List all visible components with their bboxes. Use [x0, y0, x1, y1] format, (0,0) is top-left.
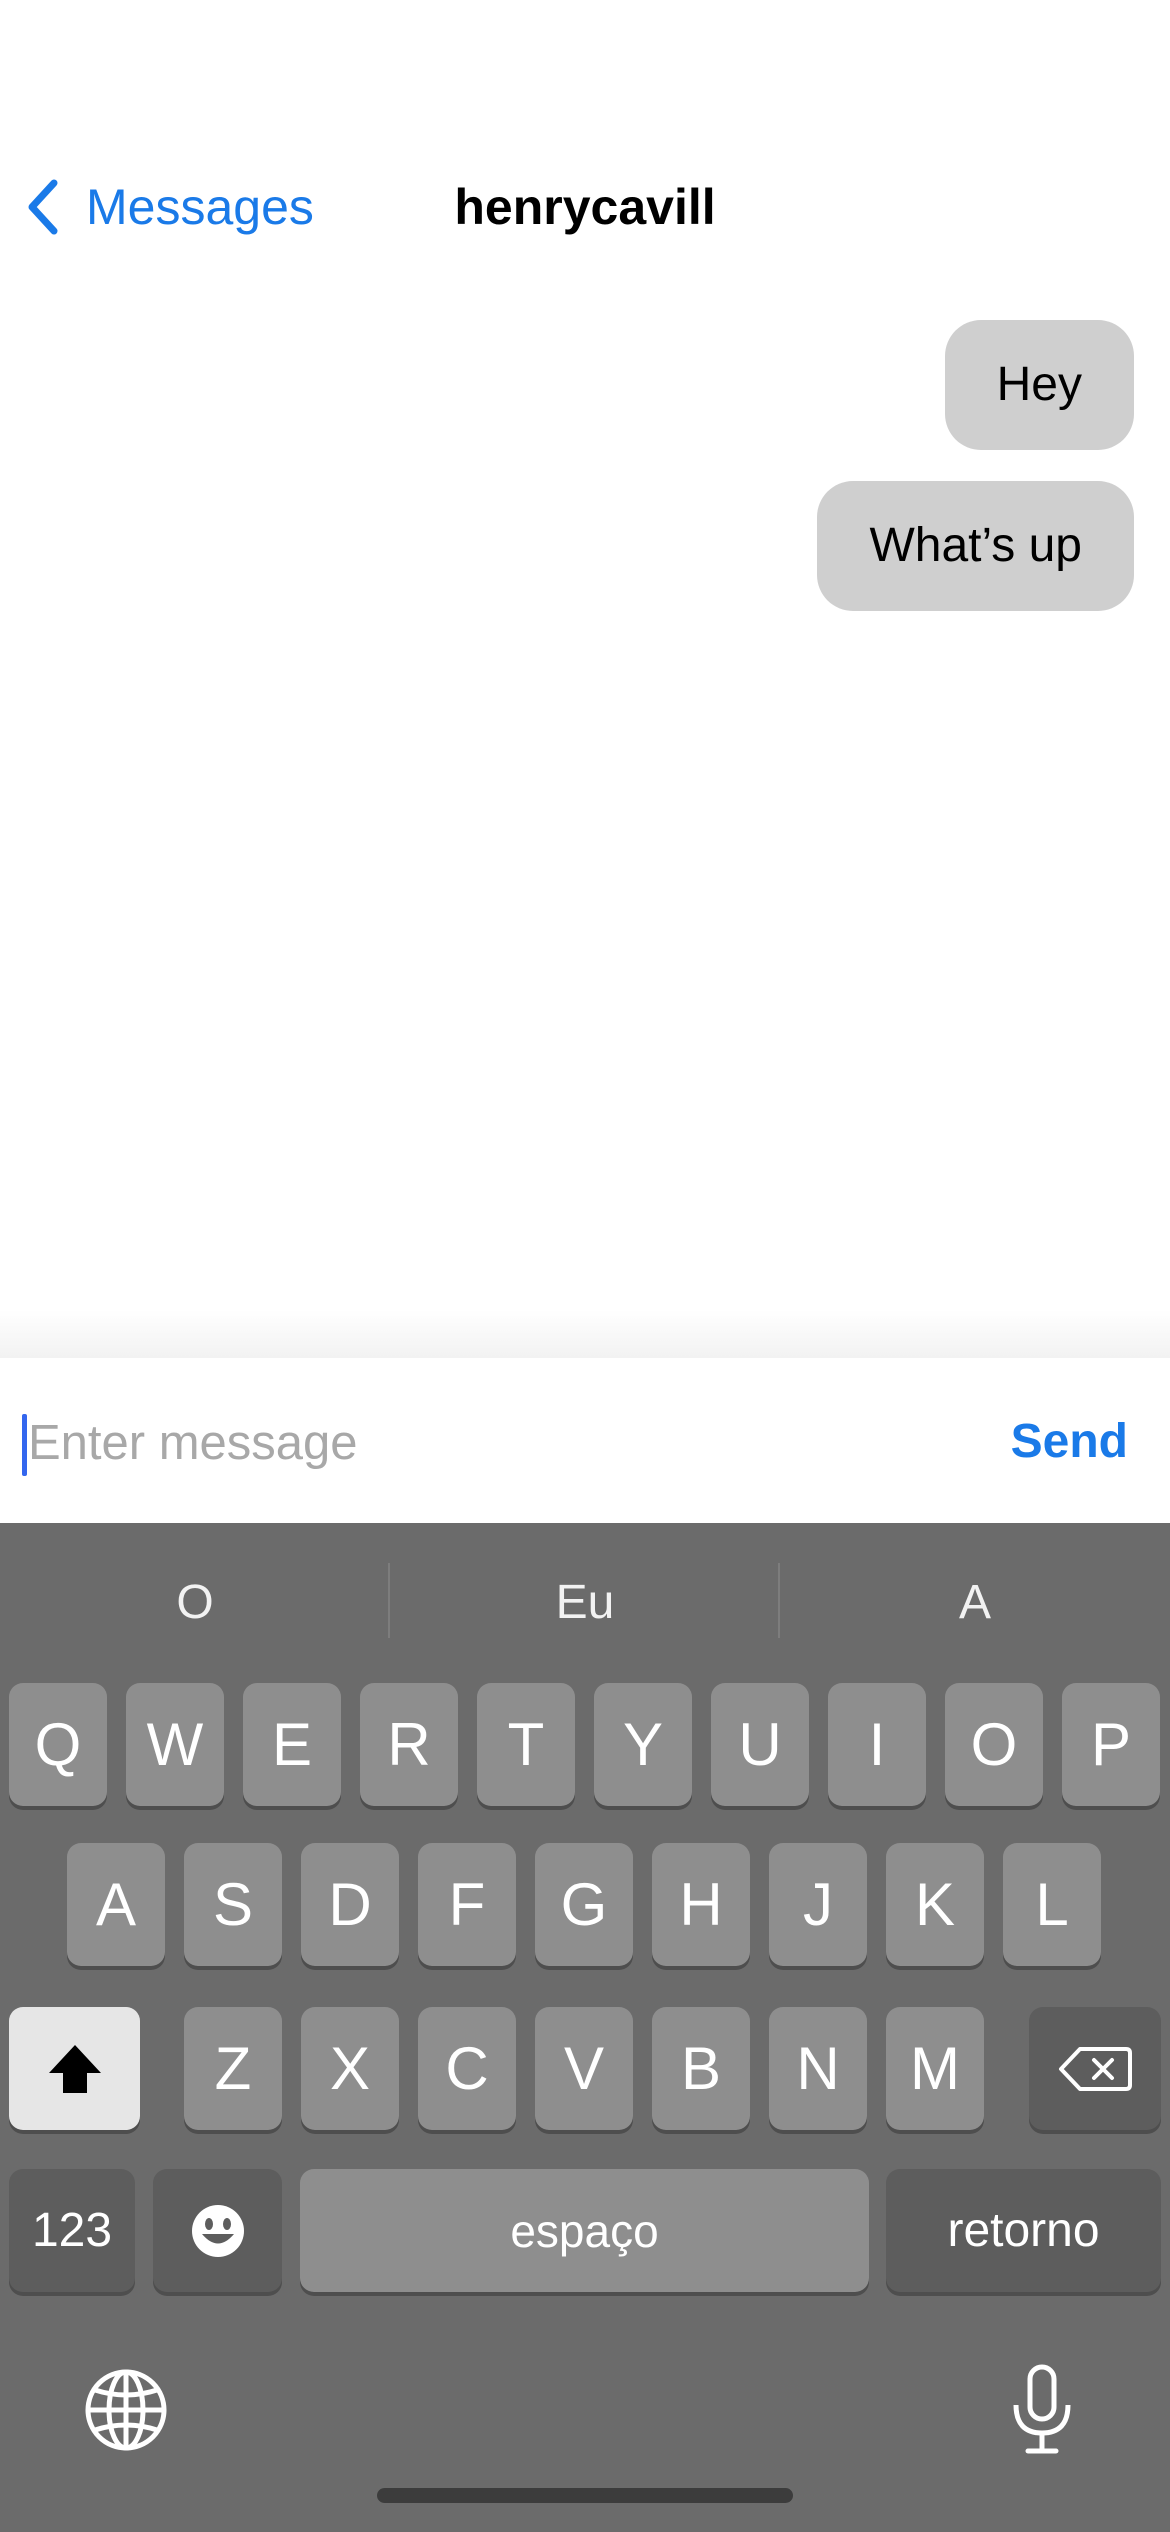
text-cursor	[22, 1414, 27, 1476]
space-key[interactable]: espaço	[300, 2169, 869, 2292]
globe-icon	[85, 2369, 167, 2451]
key-m[interactable]: M	[886, 2007, 984, 2130]
key-p[interactable]: P	[1062, 1683, 1160, 1806]
key-q[interactable]: Q	[9, 1683, 107, 1806]
key-y[interactable]: Y	[594, 1683, 692, 1806]
key-s[interactable]: S	[184, 1843, 282, 1966]
message-composer: Send	[0, 1358, 1170, 1523]
send-button[interactable]: Send	[1011, 1402, 1128, 1482]
emoji-icon	[191, 2204, 244, 2257]
message-input[interactable]	[28, 1398, 968, 1488]
key-h[interactable]: H	[652, 1843, 750, 1966]
dictation-button[interactable]	[1010, 2363, 1074, 2460]
globe-button[interactable]	[84, 2368, 168, 2457]
chat-screen: Messages henrycavill Hey What’s up Send …	[0, 0, 1170, 2532]
key-x[interactable]: X	[301, 2007, 399, 2130]
shift-key[interactable]	[9, 2007, 140, 2130]
key-t[interactable]: T	[477, 1683, 575, 1806]
key-c[interactable]: C	[418, 2007, 516, 2130]
shift-icon	[48, 2044, 101, 2093]
key-o[interactable]: O	[945, 1683, 1043, 1806]
microphone-icon	[1013, 2364, 1071, 2454]
key-l[interactable]: L	[1003, 1843, 1101, 1966]
delete-icon	[1059, 2046, 1132, 2091]
key-w[interactable]: W	[126, 1683, 224, 1806]
key-f[interactable]: F	[418, 1843, 516, 1966]
keyboard: O Eu A Q W E R T Y U I O P A S D F G H J…	[0, 1523, 1170, 2532]
delete-key[interactable]	[1029, 2007, 1161, 2130]
key-u[interactable]: U	[711, 1683, 809, 1806]
home-indicator[interactable]	[377, 2488, 793, 2503]
numbers-key[interactable]: 123	[9, 2169, 135, 2292]
key-b[interactable]: B	[652, 2007, 750, 2130]
predictive-bar: O Eu A	[0, 1523, 1170, 1678]
thread-fade	[0, 1310, 1170, 1358]
key-e[interactable]: E	[243, 1683, 341, 1806]
emoji-key[interactable]	[153, 2169, 282, 2292]
message-bubble-outgoing[interactable]: Hey	[944, 320, 1134, 450]
key-j[interactable]: J	[769, 1843, 867, 1966]
key-k[interactable]: K	[886, 1843, 984, 1966]
key-i[interactable]: I	[828, 1683, 926, 1806]
message-row: Hey	[0, 320, 1170, 450]
message-row: What’s up	[0, 481, 1170, 611]
key-r[interactable]: R	[360, 1683, 458, 1806]
key-z[interactable]: Z	[184, 2007, 282, 2130]
suggestion-item[interactable]: A	[780, 1563, 1170, 1643]
message-thread: Hey What’s up	[0, 320, 1170, 642]
navigation-bar: Messages henrycavill	[0, 150, 1170, 265]
key-d[interactable]: D	[301, 1843, 399, 1966]
key-g[interactable]: G	[535, 1843, 633, 1966]
key-n[interactable]: N	[769, 2007, 867, 2130]
suggestion-item[interactable]: O	[0, 1563, 390, 1643]
return-key[interactable]: retorno	[886, 2169, 1161, 2292]
key-v[interactable]: V	[535, 2007, 633, 2130]
conversation-title: henrycavill	[454, 179, 716, 235]
suggestion-item[interactable]: Eu	[390, 1563, 780, 1643]
message-bubble-outgoing[interactable]: What’s up	[817, 481, 1134, 611]
key-a[interactable]: A	[67, 1843, 165, 1966]
